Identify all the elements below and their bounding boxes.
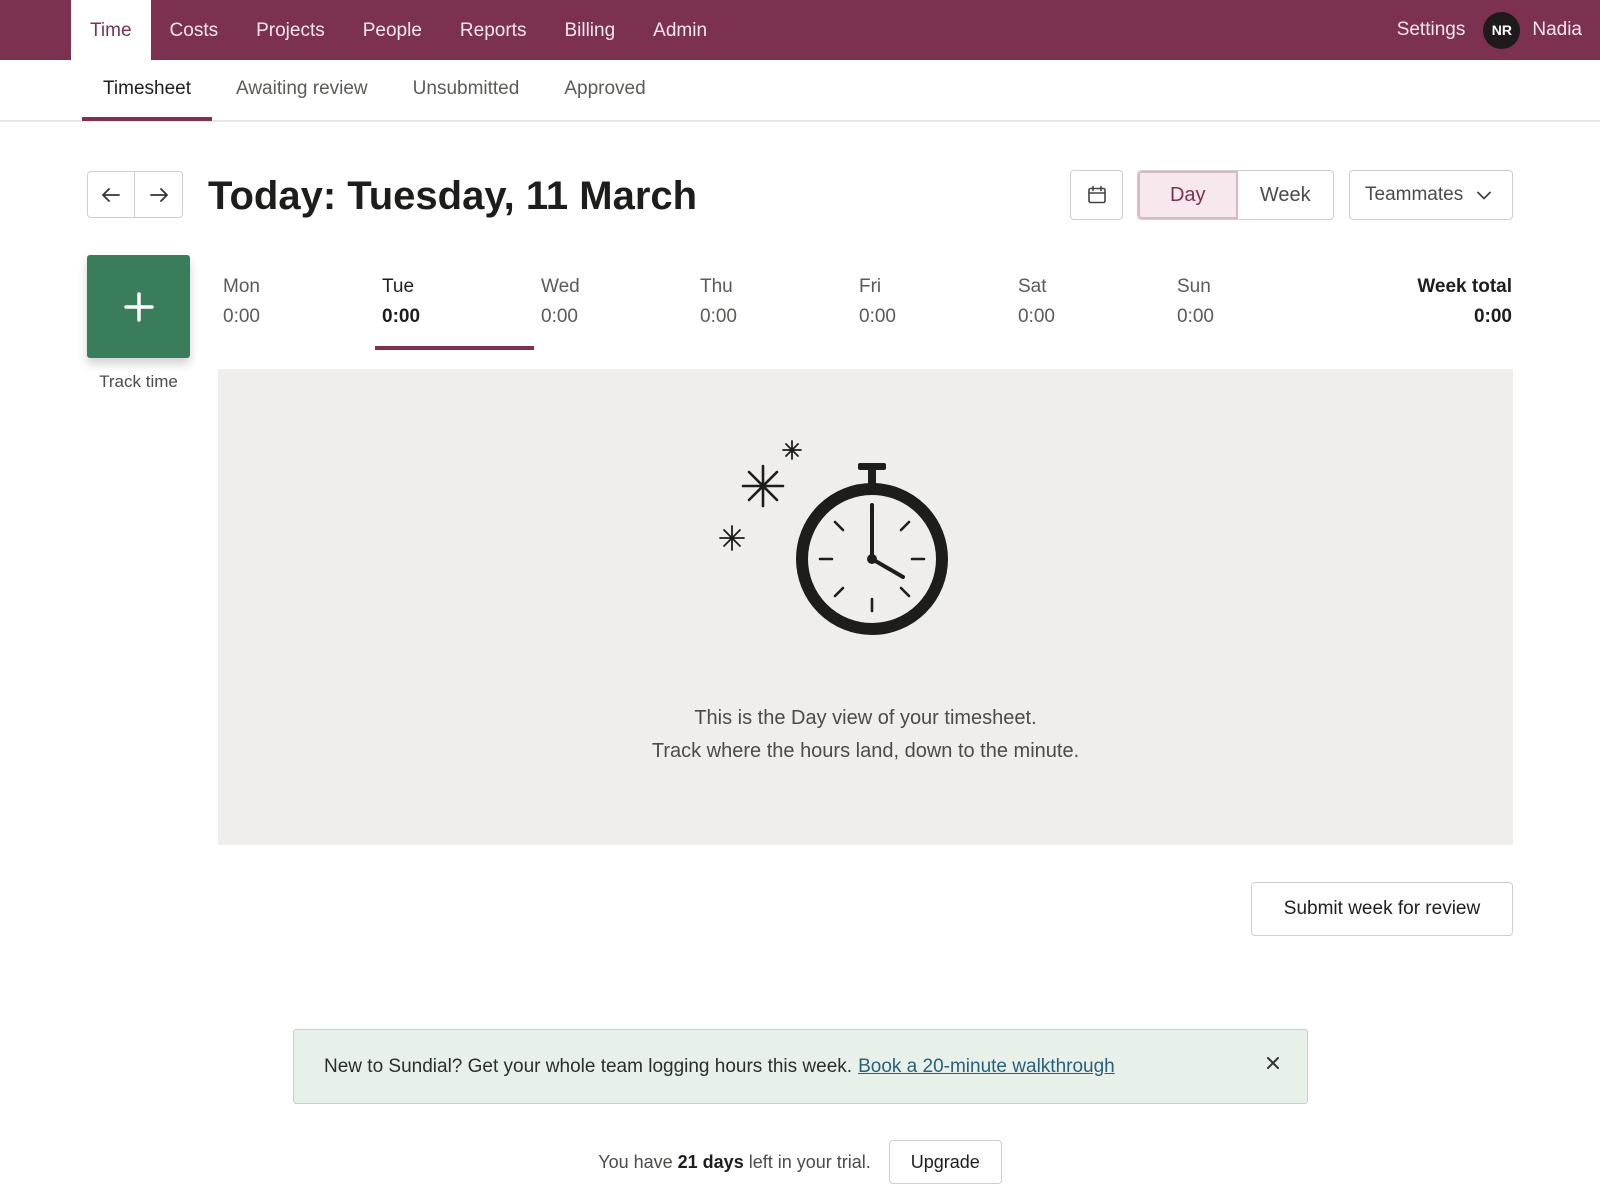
stopwatch-icon [719,440,948,635]
arrow-right-icon [149,187,168,202]
nav-admin[interactable]: Admin [634,0,726,60]
day-name: Fri [859,276,882,297]
today-label: Today: [208,174,337,218]
sub-nav: Timesheet Awaiting review Unsubmitted Ap… [0,60,1600,122]
banner-text: New to Sundial? Get your whole team logg… [324,1055,853,1077]
trial-days: 21 days [677,1151,744,1172]
week-total-label: Week total [1417,276,1512,297]
trial-suffix: left in your trial. [748,1151,871,1172]
day-mon[interactable]: Mon 0:00 [216,272,375,350]
walkthrough-link[interactable]: Book a 20-minute walkthrough [858,1056,1115,1078]
day-fri[interactable]: Fri 0:00 [852,272,1011,350]
view-toggle: Day Week [1137,170,1334,220]
week-total-value: 0:00 [1473,306,1512,327]
arrow-left-icon [102,187,120,202]
nav-time[interactable]: Time [71,0,151,60]
chevron-down-icon [1477,191,1492,199]
empty-state-text: This is the Day view of your timesheet. … [218,702,1513,768]
trial-prefix: You have [598,1151,673,1172]
current-date: Tuesday, 11 March [347,174,698,218]
track-time-label: Track time [99,372,178,391]
day-hours: 0:00 [541,306,578,327]
day-thu[interactable]: Thu 0:00 [693,272,852,350]
user-area: Settings NR Nadia [1397,0,1582,60]
avatar[interactable]: NR [1483,11,1521,49]
week-view-button[interactable]: Week [1238,171,1334,219]
day-sat[interactable]: Sat 0:00 [1011,272,1170,350]
tab-approved[interactable]: Approved [543,60,666,121]
page-title: Today: Tuesday, 11 March [208,170,697,222]
day-sun[interactable]: Sun 0:00 [1170,272,1329,350]
nav-people[interactable]: People [344,0,441,60]
calendar-icon [1087,185,1106,204]
onboarding-banner: New to Sundial? Get your whole team logg… [293,1029,1308,1104]
day-hours: 0:00 [1177,306,1214,327]
next-day-button[interactable] [135,171,183,218]
track-time-button[interactable] [87,255,190,358]
trial-notice: You have 21 days left in your trial. Upg… [0,1140,1600,1184]
tab-awaiting-review[interactable]: Awaiting review [215,60,389,121]
user-name[interactable]: Nadia [1532,19,1582,41]
day-hours: 0:00 [223,306,260,327]
week-total: Week total 0:00 [1417,272,1512,332]
day-hours: 0:00 [1018,306,1055,327]
day-view-button[interactable]: Day [1138,171,1238,219]
tab-timesheet[interactable]: Timesheet [82,60,212,121]
sub-tabs: Timesheet Awaiting review Unsubmitted Ap… [82,60,670,121]
main-nav: Time Costs Projects People Reports Billi… [71,0,726,60]
nav-billing[interactable]: Billing [545,0,634,60]
nav-reports[interactable]: Reports [441,0,546,60]
teammates-label: Teammates [1365,184,1464,205]
day-name: Mon [223,276,260,297]
calendar-button[interactable] [1070,170,1123,220]
nav-projects[interactable]: Projects [237,0,344,60]
day-tue[interactable]: Tue 0:00 [375,272,534,350]
day-name: Wed [541,276,580,297]
close-icon [1267,1057,1279,1069]
day-hours: 0:00 [859,306,896,327]
close-banner-button[interactable] [1261,1051,1285,1075]
empty-state-line2: Track where the hours land, down to the … [651,740,1080,762]
empty-state-line1: This is the Day view of your timesheet. [694,707,1037,729]
tab-unsubmitted[interactable]: Unsubmitted [392,60,541,121]
day-hours: 0:00 [382,306,421,327]
day-name: Tue [382,276,415,297]
day-name: Thu [700,276,733,297]
day-hours: 0:00 [700,306,737,327]
day-name: Sat [1018,276,1047,297]
settings-link[interactable]: Settings [1397,19,1466,41]
previous-day-button[interactable] [87,171,135,218]
teammates-dropdown[interactable]: Teammates [1349,170,1513,220]
date-navigation [87,171,183,218]
top-bar: Time Costs Projects People Reports Billi… [0,0,1600,60]
upgrade-button[interactable]: Upgrade [888,1140,1002,1184]
submit-week-button[interactable]: Submit week for review [1251,882,1513,936]
nav-costs[interactable]: Costs [151,0,238,60]
empty-state-panel: This is the Day view of your timesheet. … [218,369,1513,845]
day-wed[interactable]: Wed 0:00 [534,272,693,350]
day-name: Sun [1177,276,1211,297]
plus-icon [123,291,154,322]
